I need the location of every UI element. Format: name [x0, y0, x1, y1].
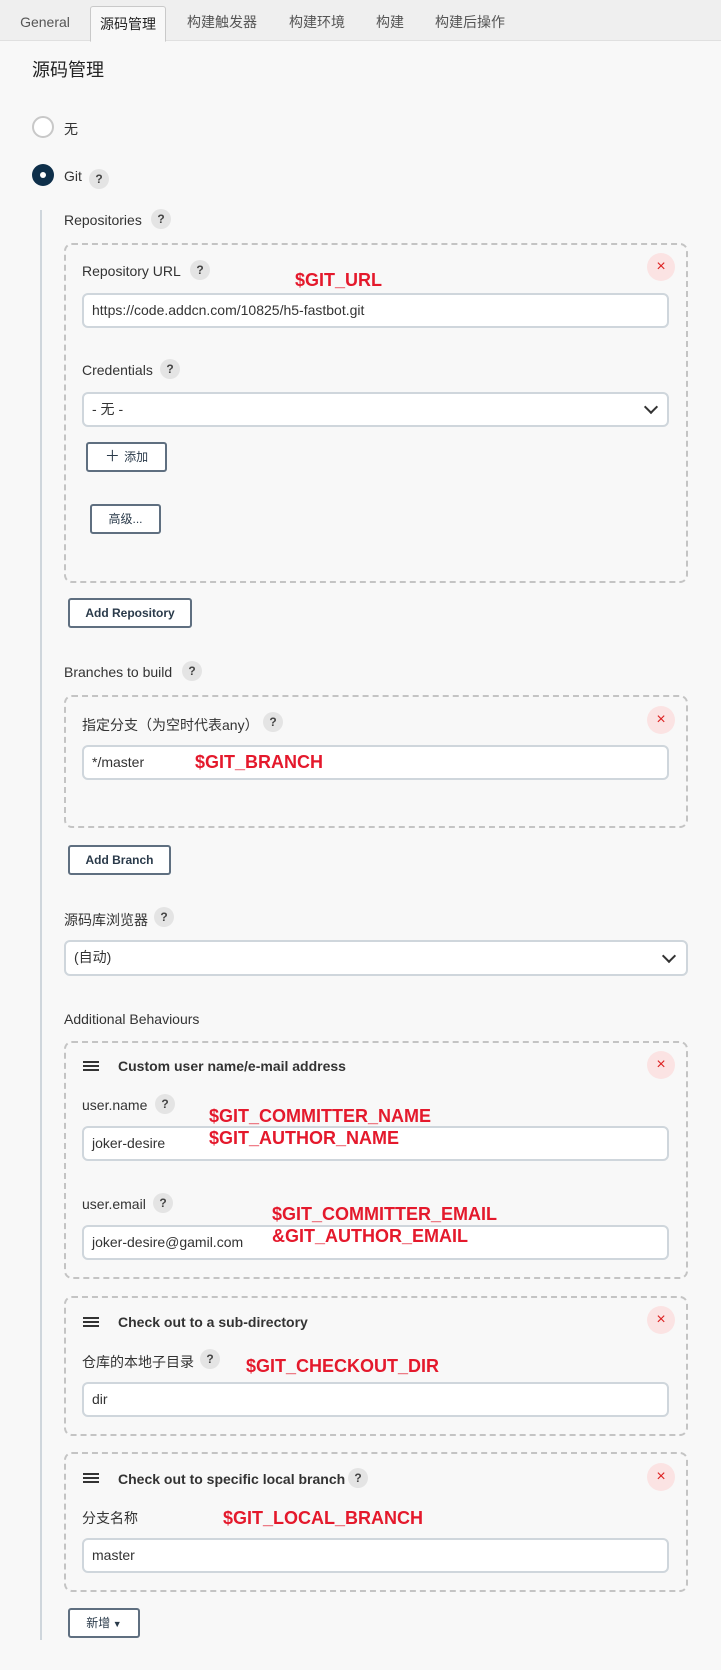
repository-url-label: Repository URL — [82, 263, 181, 279]
scm-none-label: 无 — [64, 121, 78, 137]
add-repository-button[interactable]: Add Repository — [68, 598, 192, 628]
local-subdirectory-help-icon[interactable]: ? — [200, 1349, 220, 1369]
local-branch-title: Check out to specific local branch — [118, 1471, 346, 1487]
repositories-help-icon[interactable]: ? — [151, 209, 171, 229]
additional-behaviours-label: Additional Behaviours — [64, 1011, 200, 1027]
local-subdirectory-input[interactable]: dir — [82, 1382, 669, 1417]
tab-bar: General 源码管理 构建触发器 构建环境 构建 构建后操作 — [0, 0, 721, 42]
remove-repository-icon[interactable]: × — [647, 253, 675, 281]
user-name-label: user.name — [82, 1097, 148, 1113]
user-email-label: user.email — [82, 1196, 146, 1212]
tab-build-environment[interactable]: 构建环境 — [280, 0, 354, 41]
subdirectory-title: Check out to a sub-directory — [118, 1314, 308, 1330]
user-email-help-icon[interactable]: ? — [153, 1193, 173, 1213]
local-subdirectory-label: 仓库的本地子目录 — [82, 1354, 194, 1370]
tab-scm[interactable]: 源码管理 — [90, 6, 166, 42]
plus-icon: ＋ — [104, 448, 125, 465]
user-name-help-icon[interactable]: ? — [155, 1094, 175, 1114]
add-branch-button[interactable]: Add Branch — [68, 845, 171, 875]
branches-help-icon[interactable]: ? — [182, 661, 202, 681]
branches-label: Branches to build — [64, 664, 173, 680]
repository-browser-select[interactable]: (自动) — [64, 940, 688, 976]
add-credentials-label: 添加 — [124, 450, 149, 464]
git-local-branch-annotation: $GIT_LOCAL_BRANCH — [223, 1508, 424, 1528]
git-committer-name-annotation: $GIT_COMMITTER_NAME — [209, 1106, 432, 1126]
remove-subdirectory-icon[interactable]: × — [647, 1306, 675, 1334]
git-url-annotation: $GIT_URL — [295, 270, 383, 290]
repository-browser-label: 源码库浏览器 — [64, 912, 148, 928]
branch-specifier-label: 指定分支（为空时代表any） — [82, 717, 259, 733]
git-checkout-dir-annotation: $GIT_CHECKOUT_DIR — [246, 1356, 440, 1376]
git-section-guide — [40, 210, 42, 1640]
repository-browser-value: (自动) — [74, 949, 112, 965]
add-behaviour-label: 新增 — [86, 1616, 111, 1630]
scm-git-radio[interactable] — [32, 164, 54, 186]
git-branch-annotation: $GIT_BRANCH — [195, 752, 324, 772]
tab-post-build[interactable]: 构建后操作 — [428, 0, 512, 41]
credentials-label: Credentials — [82, 362, 153, 378]
remove-branch-icon[interactable]: × — [647, 706, 675, 734]
git-help-icon[interactable]: ? — [89, 169, 109, 189]
repository-url-input[interactable]: https://code.addcn.com/10825/h5-fastbot.… — [82, 293, 669, 328]
section-title: 源码管理 — [32, 60, 104, 80]
git-author-email-annotation: &GIT_AUTHOR_EMAIL — [272, 1226, 469, 1246]
credentials-help-icon[interactable]: ? — [160, 359, 180, 379]
branch-name-input[interactable]: master — [82, 1538, 669, 1573]
tab-general[interactable]: General — [12, 0, 78, 41]
remove-local-branch-icon[interactable]: × — [647, 1463, 675, 1491]
remove-custom-user-icon[interactable]: × — [647, 1051, 675, 1079]
scm-none-radio[interactable] — [32, 116, 54, 138]
advanced-button[interactable]: 高级... — [90, 504, 161, 534]
credentials-select[interactable]: - 无 - — [82, 392, 669, 427]
caret-down-icon: ▼ — [110, 1619, 122, 1629]
custom-user-title: Custom user name/e-mail address — [118, 1058, 346, 1074]
branch-specifier-help-icon[interactable]: ? — [263, 712, 283, 732]
tab-build[interactable]: 构建 — [368, 0, 412, 41]
tab-build-triggers[interactable]: 构建触发器 — [180, 0, 264, 41]
git-committer-email-annotation: $GIT_COMMITTER_EMAIL — [272, 1204, 498, 1224]
add-credentials-button[interactable]: ＋ 添加 — [86, 442, 167, 472]
branch-specifier-input[interactable]: */master — [82, 745, 669, 780]
add-behaviour-button[interactable]: 新增 ▼ — [68, 1608, 140, 1638]
drag-handle-icon[interactable] — [83, 1317, 99, 1327]
local-branch-help-icon[interactable]: ? — [348, 1468, 368, 1488]
git-author-name-annotation: $GIT_AUTHOR_NAME — [209, 1128, 400, 1148]
drag-handle-icon[interactable] — [83, 1473, 99, 1483]
repositories-label: Repositories — [64, 212, 142, 228]
repository-browser-help-icon[interactable]: ? — [154, 907, 174, 927]
scm-git-label: Git — [64, 168, 82, 184]
repository-url-help-icon[interactable]: ? — [190, 260, 210, 280]
drag-handle-icon[interactable] — [83, 1061, 99, 1071]
credentials-value: - 无 - — [92, 401, 124, 417]
branch-name-label: 分支名称 — [82, 1510, 138, 1526]
